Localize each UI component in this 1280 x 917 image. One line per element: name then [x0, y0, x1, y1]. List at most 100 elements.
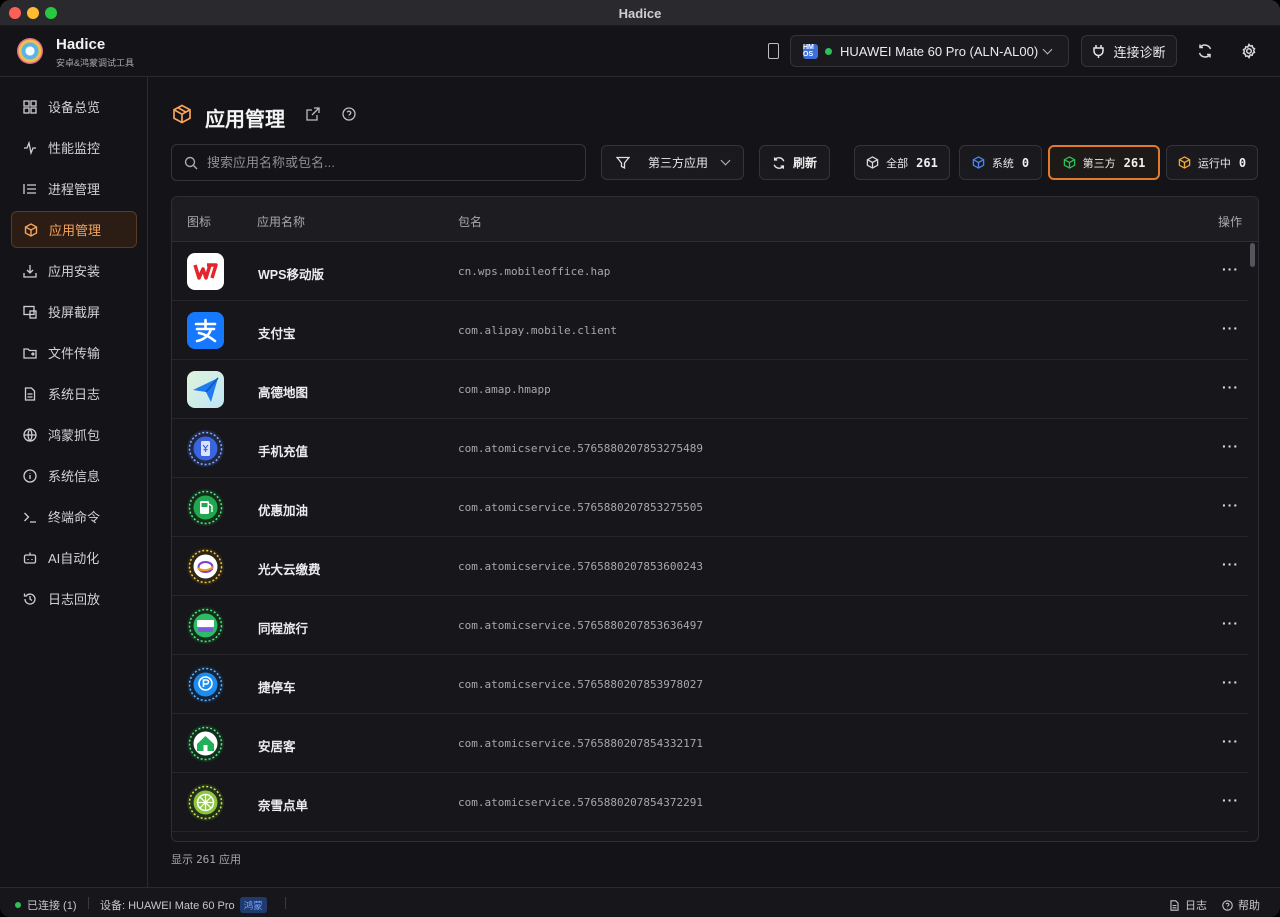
more-actions-button[interactable]: ··· — [1222, 262, 1238, 278]
table-row[interactable]: 高德地图 com.amap.hmapp ··· — [172, 360, 1248, 419]
more-actions-button[interactable]: ··· — [1222, 557, 1238, 573]
app-name: 光大云缴费 — [258, 563, 321, 577]
sidebar-item-system-log[interactable]: 系统日志 — [11, 375, 137, 412]
sidebar-item-file-transfer[interactable]: 文件传输 — [11, 334, 137, 371]
more-actions-button[interactable]: ··· — [1222, 616, 1238, 632]
search-icon — [184, 156, 198, 169]
download-icon — [23, 264, 37, 278]
chip-label: 运行中 — [1197, 157, 1231, 170]
app-name: 安居客 — [258, 740, 296, 754]
package-name: com.atomicservice.5765880207853275505 — [458, 501, 704, 514]
table-header: 图标 应用名称 包名 操作 — [172, 197, 1258, 242]
column-header-name[interactable]: 应用名称 — [257, 213, 305, 230]
package-icon — [866, 156, 879, 169]
device-selector[interactable]: HM OS HUAWEI Mate 60 Pro (ALN-AL00) — [790, 35, 1069, 67]
search-box[interactable] — [171, 144, 586, 181]
sidebar-item-screen-cast[interactable]: 投屏截屏 — [11, 293, 137, 330]
sidebar-item-overview[interactable]: 设备总览 — [11, 88, 137, 125]
filter-icon — [615, 156, 630, 169]
more-actions-button[interactable]: ··· — [1222, 498, 1238, 514]
search-input[interactable] — [207, 155, 577, 170]
os-badge: 鸿蒙 — [239, 897, 267, 913]
more-actions-button[interactable]: ··· — [1222, 321, 1238, 337]
table-scrollbar[interactable] — [1250, 243, 1255, 267]
chip-system[interactable]: 系统 0 — [959, 145, 1042, 180]
chip-label: 全部 — [886, 157, 909, 170]
table-row[interactable]: 手机充值 com.atomicservice.57658802078532754… — [172, 419, 1248, 478]
package-name: com.atomicservice.5765880207854372291 — [458, 796, 704, 809]
table-row[interactable]: WPS移动版 cn.wps.mobileoffice.hap ··· — [172, 242, 1248, 301]
app-name: Hadice — [56, 36, 106, 53]
result-count-number: 261 — [196, 853, 216, 866]
sidebar-item-processes[interactable]: 进程管理 — [11, 170, 137, 207]
app-subtitle: 安卓&鸿蒙调试工具 — [56, 58, 135, 68]
divider — [285, 897, 286, 909]
connection-status-text: 已连接 (1) — [27, 900, 77, 912]
file-text-icon — [1170, 899, 1179, 911]
sidebar-item-terminal[interactable]: 终端命令 — [11, 498, 137, 535]
app-type-filter[interactable]: 第三方应用 — [601, 145, 744, 180]
phone-recharge-icon — [187, 430, 224, 467]
more-actions-button[interactable]: ··· — [1222, 793, 1238, 809]
sidebar-item-log-replay[interactable]: 日志回放 — [11, 580, 137, 617]
harmony-os-icon: HM OS — [803, 43, 818, 59]
logs-label: 日志 — [1185, 900, 1207, 912]
result-count-prefix: 显示 — [171, 854, 193, 866]
sidebar-item-app-install[interactable]: 应用安装 — [11, 252, 137, 289]
package-icon — [24, 222, 38, 237]
app-name: 支付宝 — [258, 327, 296, 341]
refresh-button[interactable]: 刷新 — [759, 145, 830, 180]
more-actions-button[interactable]: ··· — [1222, 439, 1238, 455]
page-title: 应用管理 — [205, 109, 285, 131]
column-header-package[interactable]: 包名 — [458, 213, 482, 230]
refresh-icon — [773, 156, 785, 169]
sidebar: 设备总览 性能监控 进程管理 应用管理 应用安装 投屏截屏 文件传输 系统日志 — [0, 77, 148, 887]
app-window: Hadice Hadice 安卓&鸿蒙调试工具 HM OS HUAWEI Mat… — [0, 0, 1280, 917]
chip-third-party[interactable]: 第三方 261 — [1048, 145, 1160, 180]
screen-cast-icon — [23, 305, 37, 319]
help-circle-icon[interactable] — [342, 107, 356, 121]
chip-running[interactable]: 运行中 0 — [1166, 145, 1258, 180]
more-actions-button[interactable]: ··· — [1222, 380, 1238, 396]
table-row[interactable]: 优惠加油 com.atomicservice.57658802078532755… — [172, 478, 1248, 537]
help-button[interactable]: 帮助 — [1222, 897, 1260, 913]
sidebar-item-ai-automation[interactable]: AI自动化 — [11, 539, 137, 576]
more-actions-button[interactable]: ··· — [1222, 675, 1238, 691]
table-row[interactable]: 安居客 com.atomicservice.576588020785433217… — [172, 714, 1248, 773]
connection-diagnose-button[interactable]: 连接诊断 — [1081, 35, 1177, 67]
amap-icon — [187, 371, 224, 408]
table-row[interactable]: 奈雪点单 com.atomicservice.57658802078543722… — [172, 773, 1248, 832]
table-row[interactable]: 同程旅行 com.atomicservice.57658802078536364… — [172, 596, 1248, 655]
help-circle-icon — [1222, 899, 1233, 911]
gear-icon[interactable] — [1241, 43, 1257, 59]
folder-icon — [23, 347, 37, 359]
logs-button[interactable]: 日志 — [1169, 897, 1207, 913]
package-name: com.atomicservice.5765880207853600243 — [458, 560, 704, 573]
sidebar-item-performance[interactable]: 性能监控 — [11, 129, 137, 166]
external-link-icon[interactable] — [306, 107, 320, 121]
sidebar-item-label: 文件传输 — [48, 346, 101, 361]
phone-icon — [768, 43, 779, 59]
refresh-icon[interactable] — [1197, 43, 1213, 59]
more-actions-button[interactable]: ··· — [1222, 734, 1238, 750]
help-label: 帮助 — [1238, 900, 1260, 912]
sidebar-item-label: 终端命令 — [48, 510, 101, 525]
filter-selected-label: 第三方应用 — [647, 156, 708, 170]
divider — [88, 897, 89, 909]
package-name: com.atomicservice.5765880207853978027 — [458, 678, 704, 691]
sidebar-item-label: 应用安装 — [48, 264, 101, 279]
table-row[interactable]: 光大云缴费 com.atomicservice.5765880207853600… — [172, 537, 1248, 596]
table-row[interactable]: 捷停车 com.atomicservice.576588020785397802… — [172, 655, 1248, 714]
result-count: 显示 261 应用 — [171, 851, 241, 867]
title-bar: Hadice — [0, 0, 1280, 26]
device-status-text: 设备: HUAWEI Mate 60 Pro — [100, 900, 235, 912]
sidebar-item-packet-capture[interactable]: 鸿蒙抓包 — [11, 416, 137, 453]
app-name: WPS移动版 — [258, 268, 324, 282]
app-name: 奈雪点单 — [258, 799, 309, 813]
chip-all[interactable]: 全部 261 — [854, 145, 950, 180]
sidebar-item-system-info[interactable]: 系统信息 — [11, 457, 137, 494]
house-icon — [187, 725, 224, 762]
table-row[interactable]: 支付宝 com.alipay.mobile.client ··· — [172, 301, 1248, 360]
parking-icon — [187, 666, 224, 703]
sidebar-item-app-management[interactable]: 应用管理 — [11, 211, 137, 248]
